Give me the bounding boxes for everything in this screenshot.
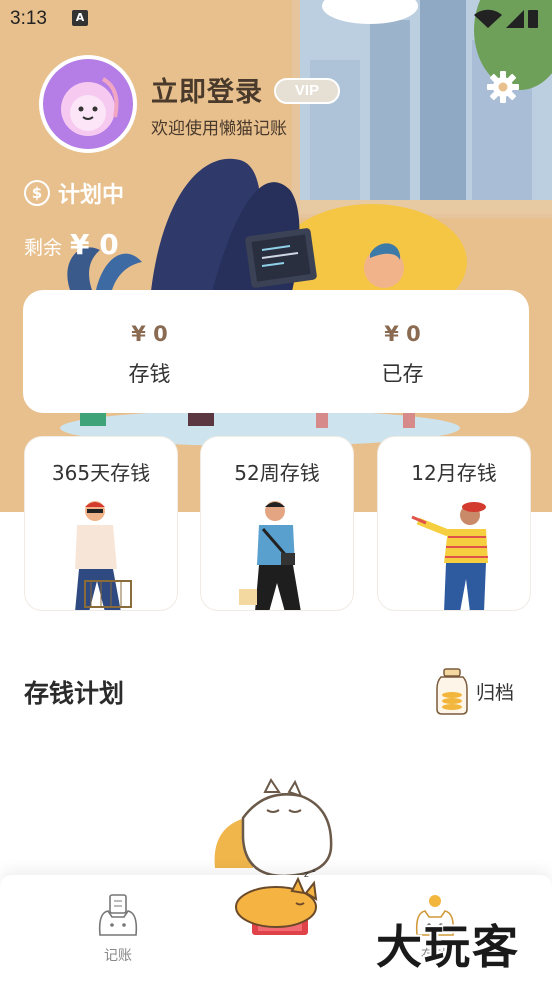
nav-tab-home[interactable]: z z [232, 866, 322, 947]
deposit-label: 存钱 [128, 362, 171, 386]
notification-icon: A [72, 10, 88, 26]
cat-ledger-icon [98, 894, 138, 936]
empty-state-illustration [205, 778, 345, 882]
archive-button[interactable]: 归档 [436, 666, 514, 716]
bottom-nav: 记账 z z 存钱 大玩客 [0, 866, 552, 983]
signal-icon [506, 10, 524, 28]
deposit-value: ¥ 0 [131, 322, 168, 346]
plan-status-label: 计划中 [58, 183, 125, 208]
plan-card-12-months[interactable]: 12月存钱 [377, 436, 531, 611]
watermark-text: 大玩客 [376, 920, 520, 974]
plan-card-title: 12月存钱 [411, 461, 497, 485]
painting-person-illustration [411, 502, 488, 610]
sleeping-cat-icon [214, 778, 333, 878]
nav-tab-ledger[interactable]: 记账 [78, 893, 158, 965]
walking-person-illustration [239, 501, 301, 610]
sleeping-cat-center-icon: z z [235, 866, 318, 935]
avatar[interactable] [39, 55, 137, 153]
plan-card-52-weeks[interactable]: 52周存钱 [200, 436, 354, 611]
battery-icon [528, 10, 538, 28]
wifi-icon [474, 9, 502, 28]
login-button[interactable]: 立即登录 [151, 70, 263, 109]
coin-jar-icon [436, 668, 468, 715]
monkey-avatar-icon [43, 59, 133, 149]
dollar-circle-icon: $ [24, 180, 50, 206]
plan-card-title: 365天存钱 [51, 461, 151, 485]
status-time: 3:13 [10, 8, 47, 29]
saved-value: ¥ 0 [384, 322, 421, 346]
summary-card: ¥ 0 存钱 ¥ 0 已存 [23, 290, 529, 413]
nav-ledger-label: 记账 [104, 948, 132, 964]
status-icons [474, 9, 538, 28]
welcome-text: 欢迎使用懒猫记账 [151, 119, 287, 139]
plan-card-title: 52周存钱 [234, 461, 320, 485]
settings-button[interactable] [486, 70, 520, 104]
deposit-summary[interactable]: ¥ 0 存钱 [23, 322, 276, 388]
plan-card-365-days[interactable]: 365天存钱 [24, 436, 178, 611]
saved-summary[interactable]: ¥ 0 已存 [276, 322, 529, 388]
section-title: 存钱计划 [24, 679, 125, 708]
remaining-value: ¥ 0 [70, 228, 119, 261]
remaining-amount: 剩余 ¥ 0 [24, 228, 119, 261]
gear-icon [487, 71, 519, 103]
svg-text:z: z [304, 870, 309, 880]
plan-status: $ 计划中 [24, 178, 124, 208]
shopping-person-illustration [75, 501, 132, 610]
archive-label: 归档 [476, 681, 515, 704]
remaining-label: 剩余 [24, 237, 63, 259]
saved-label: 已存 [381, 362, 424, 386]
svg-text:z: z [312, 869, 316, 874]
vip-badge[interactable]: VIP [274, 78, 340, 104]
status-bar: 3:13 A [0, 0, 552, 36]
